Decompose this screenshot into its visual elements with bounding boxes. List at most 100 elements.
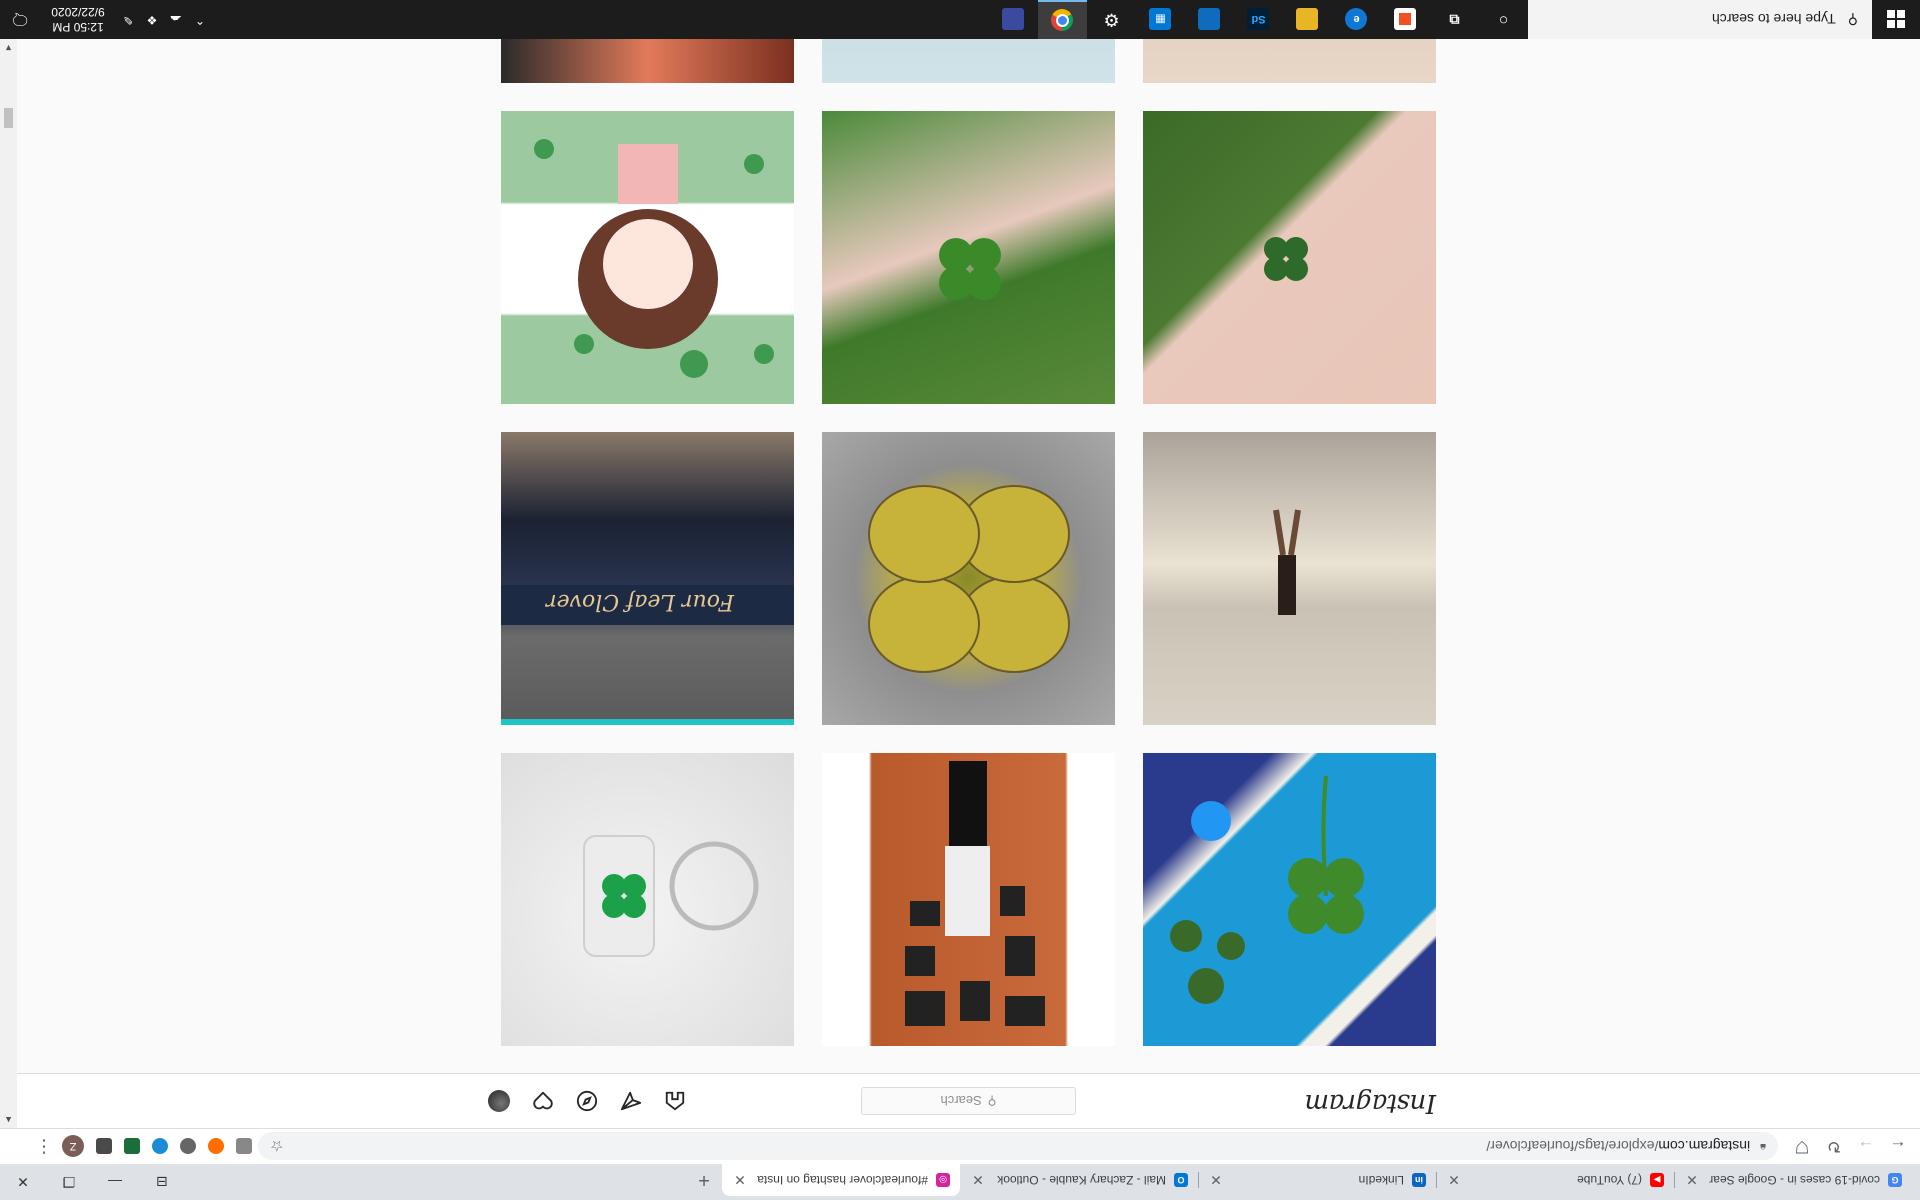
scrollbar-thumb[interactable] (4, 108, 13, 128)
forward-button[interactable]: → (1850, 1133, 1882, 1161)
puzzle-icon[interactable] (90, 1133, 118, 1161)
tab-youtube[interactable]: ▶ (7) YouTube ✕ (1436, 1164, 1674, 1196)
post-row (501, 39, 1436, 83)
minimize-button[interactable]: — (92, 1164, 138, 1200)
restore-button[interactable]: ❐ (46, 1164, 92, 1200)
teams-icon[interactable] (989, 0, 1038, 39)
post-thumbnail[interactable] (822, 111, 1115, 404)
tab-strip: G covid-19 cases in - Google Sear ✕ ▶ (7… (0, 1164, 1920, 1200)
windows-taskbar: ⚲ Type here to search ○ ⧉ e Sd ▦ ⚙ ⌃ ☁ ❖… (0, 0, 1920, 39)
store-icon[interactable] (1381, 0, 1430, 39)
search-placeholder: Search (940, 1093, 982, 1109)
url-path: /explore/tags/fourleafclover/ (1486, 1138, 1659, 1155)
extension-g-icon[interactable] (230, 1133, 258, 1161)
person-silhouette-icon (1273, 509, 1301, 615)
address-bar[interactable]: 🔒︎ instagram.com/explore/tags/fourleafcl… (258, 1132, 1778, 1161)
tab-title: (7) YouTube (1577, 1173, 1642, 1187)
back-button[interactable]: ← (1882, 1133, 1914, 1161)
instagram-logo[interactable]: Instagram (1305, 1088, 1436, 1118)
post-thumbnail[interactable] (1143, 39, 1436, 83)
post-thumbnail[interactable] (1143, 111, 1436, 404)
tab-google-search[interactable]: G covid-19 cases in - Google Sear ✕ (1674, 1164, 1912, 1196)
taskbar-search-box[interactable]: ⚲ Type here to search (1528, 0, 1872, 39)
scroll-up-icon[interactable]: ▲ (0, 1111, 17, 1128)
keychain-icon (583, 835, 759, 957)
linkedin-favicon-icon: in (1412, 1173, 1426, 1187)
clover-icon (868, 485, 1070, 673)
instagram-header: Instagram ⚲ Search (17, 1073, 1920, 1128)
task-view-icon[interactable]: ⧉ (1430, 0, 1479, 39)
extension-circle-icon[interactable] (174, 1133, 202, 1161)
tab-search-icon[interactable]: ⊟ (150, 1170, 174, 1194)
notification-icon[interactable]: 🗨︎ (0, 0, 40, 39)
settings-icon[interactable]: ⚙ (1087, 0, 1136, 39)
post-thumbnail[interactable] (822, 432, 1115, 725)
close-icon[interactable]: ✕ (970, 1172, 986, 1189)
close-icon[interactable]: ✕ (732, 1172, 748, 1189)
new-tab-button[interactable]: + (690, 1166, 718, 1194)
clock-date: 9/22/2020 (51, 5, 105, 20)
close-icon[interactable]: ✕ (1684, 1172, 1700, 1189)
tab-instagram[interactable]: ◎ #fourleafclover hashtag on Insta ✕ (722, 1164, 960, 1196)
taskbar-clock[interactable]: 12:50 PM 9/22/2020 (40, 5, 116, 35)
photos-icon[interactable] (1185, 0, 1234, 39)
system-tray: ⌃ ☁ ❖ ✎ 12:50 PM 9/22/2020 🗨︎ (0, 0, 212, 39)
extension-orange-icon[interactable] (202, 1133, 230, 1161)
extension-money-icon[interactable] (118, 1133, 146, 1161)
heart-icon[interactable] (530, 1088, 556, 1114)
profile-avatar[interactable]: Z (62, 1135, 84, 1158)
menu-icon[interactable]: ⋮ (32, 1136, 56, 1157)
photoshop-icon[interactable]: Sd (1234, 0, 1283, 39)
post-thumbnail[interactable] (822, 753, 1115, 1046)
edge-icon[interactable]: e (1332, 0, 1381, 39)
direct-message-icon[interactable] (618, 1088, 644, 1114)
windows-start-icon[interactable] (1872, 0, 1920, 39)
clock-time: 12:50 PM (52, 20, 104, 35)
chrome-icon[interactable] (1038, 0, 1087, 39)
scroll-down-icon[interactable]: ▼ (0, 39, 17, 56)
post-thumbnail[interactable] (822, 39, 1115, 83)
svg-text:Four Leaf Clover: Four Leaf Clover (545, 589, 735, 614)
lock-icon[interactable]: 🔒︎ (1760, 1140, 1766, 1153)
post-row (501, 111, 1436, 404)
post-thumbnail[interactable] (501, 39, 794, 83)
bookmark-star-icon[interactable]: ☆ (270, 1138, 283, 1156)
shield-icon[interactable]: ⛉ (1786, 1133, 1818, 1161)
clover-icon (1170, 775, 1364, 1004)
outlook-favicon-icon: O (1174, 1173, 1188, 1187)
close-icon[interactable]: ✕ (1208, 1172, 1224, 1189)
close-window-button[interactable]: ✕ (0, 1164, 46, 1200)
dropbox-icon[interactable]: ❖ (140, 0, 164, 39)
taskbar-search-placeholder: Type here to search (1711, 11, 1836, 28)
tab-linkedin[interactable]: in LinkedIn ✕ (1198, 1164, 1436, 1196)
post-thumbnail[interactable] (1143, 432, 1436, 725)
post-thumbnail[interactable] (1143, 753, 1436, 1046)
search-input[interactable]: ⚲ Search (861, 1087, 1076, 1115)
profile-avatar-icon[interactable] (486, 1088, 512, 1114)
page-scrollbar[interactable]: ▲ ▼ (0, 39, 17, 1128)
close-icon[interactable]: ✕ (1446, 1172, 1462, 1189)
clover-icon (1264, 237, 1308, 281)
taskbar-apps: ○ ⧉ e Sd ▦ ⚙ (989, 0, 1528, 39)
search-icon: ⚲ (1847, 12, 1858, 28)
chevron-up-icon[interactable]: ⌃ (188, 0, 212, 39)
pen-icon[interactable]: ✎ (116, 0, 140, 39)
post-row: Four Leaf Clover (501, 432, 1436, 725)
post-thumbnail[interactable] (501, 753, 794, 1046)
tab-divider (1674, 1172, 1675, 1188)
reload-button[interactable]: ↻ (1818, 1133, 1850, 1161)
file-explorer-icon[interactable] (1283, 0, 1332, 39)
home-icon[interactable] (662, 1088, 688, 1114)
search-icon: ⚲ (987, 1094, 997, 1108)
post-thumbnail[interactable]: Four Leaf Clover (501, 432, 794, 725)
onenote-icon[interactable]: ▦ (1136, 0, 1185, 39)
cloud-icon[interactable]: ☁ (164, 0, 188, 39)
tab-divider (1436, 1172, 1437, 1188)
extension-blue-icon[interactable] (146, 1133, 174, 1161)
google-favicon-icon: G (1888, 1173, 1902, 1187)
header-icons (486, 1088, 688, 1114)
tab-outlook[interactable]: O Mail - Zachary Kauble - Outlook ✕ (960, 1164, 1198, 1196)
post-thumbnail[interactable] (501, 111, 794, 404)
cortana-icon[interactable]: ○ (1479, 0, 1528, 39)
explore-icon[interactable] (574, 1088, 600, 1114)
